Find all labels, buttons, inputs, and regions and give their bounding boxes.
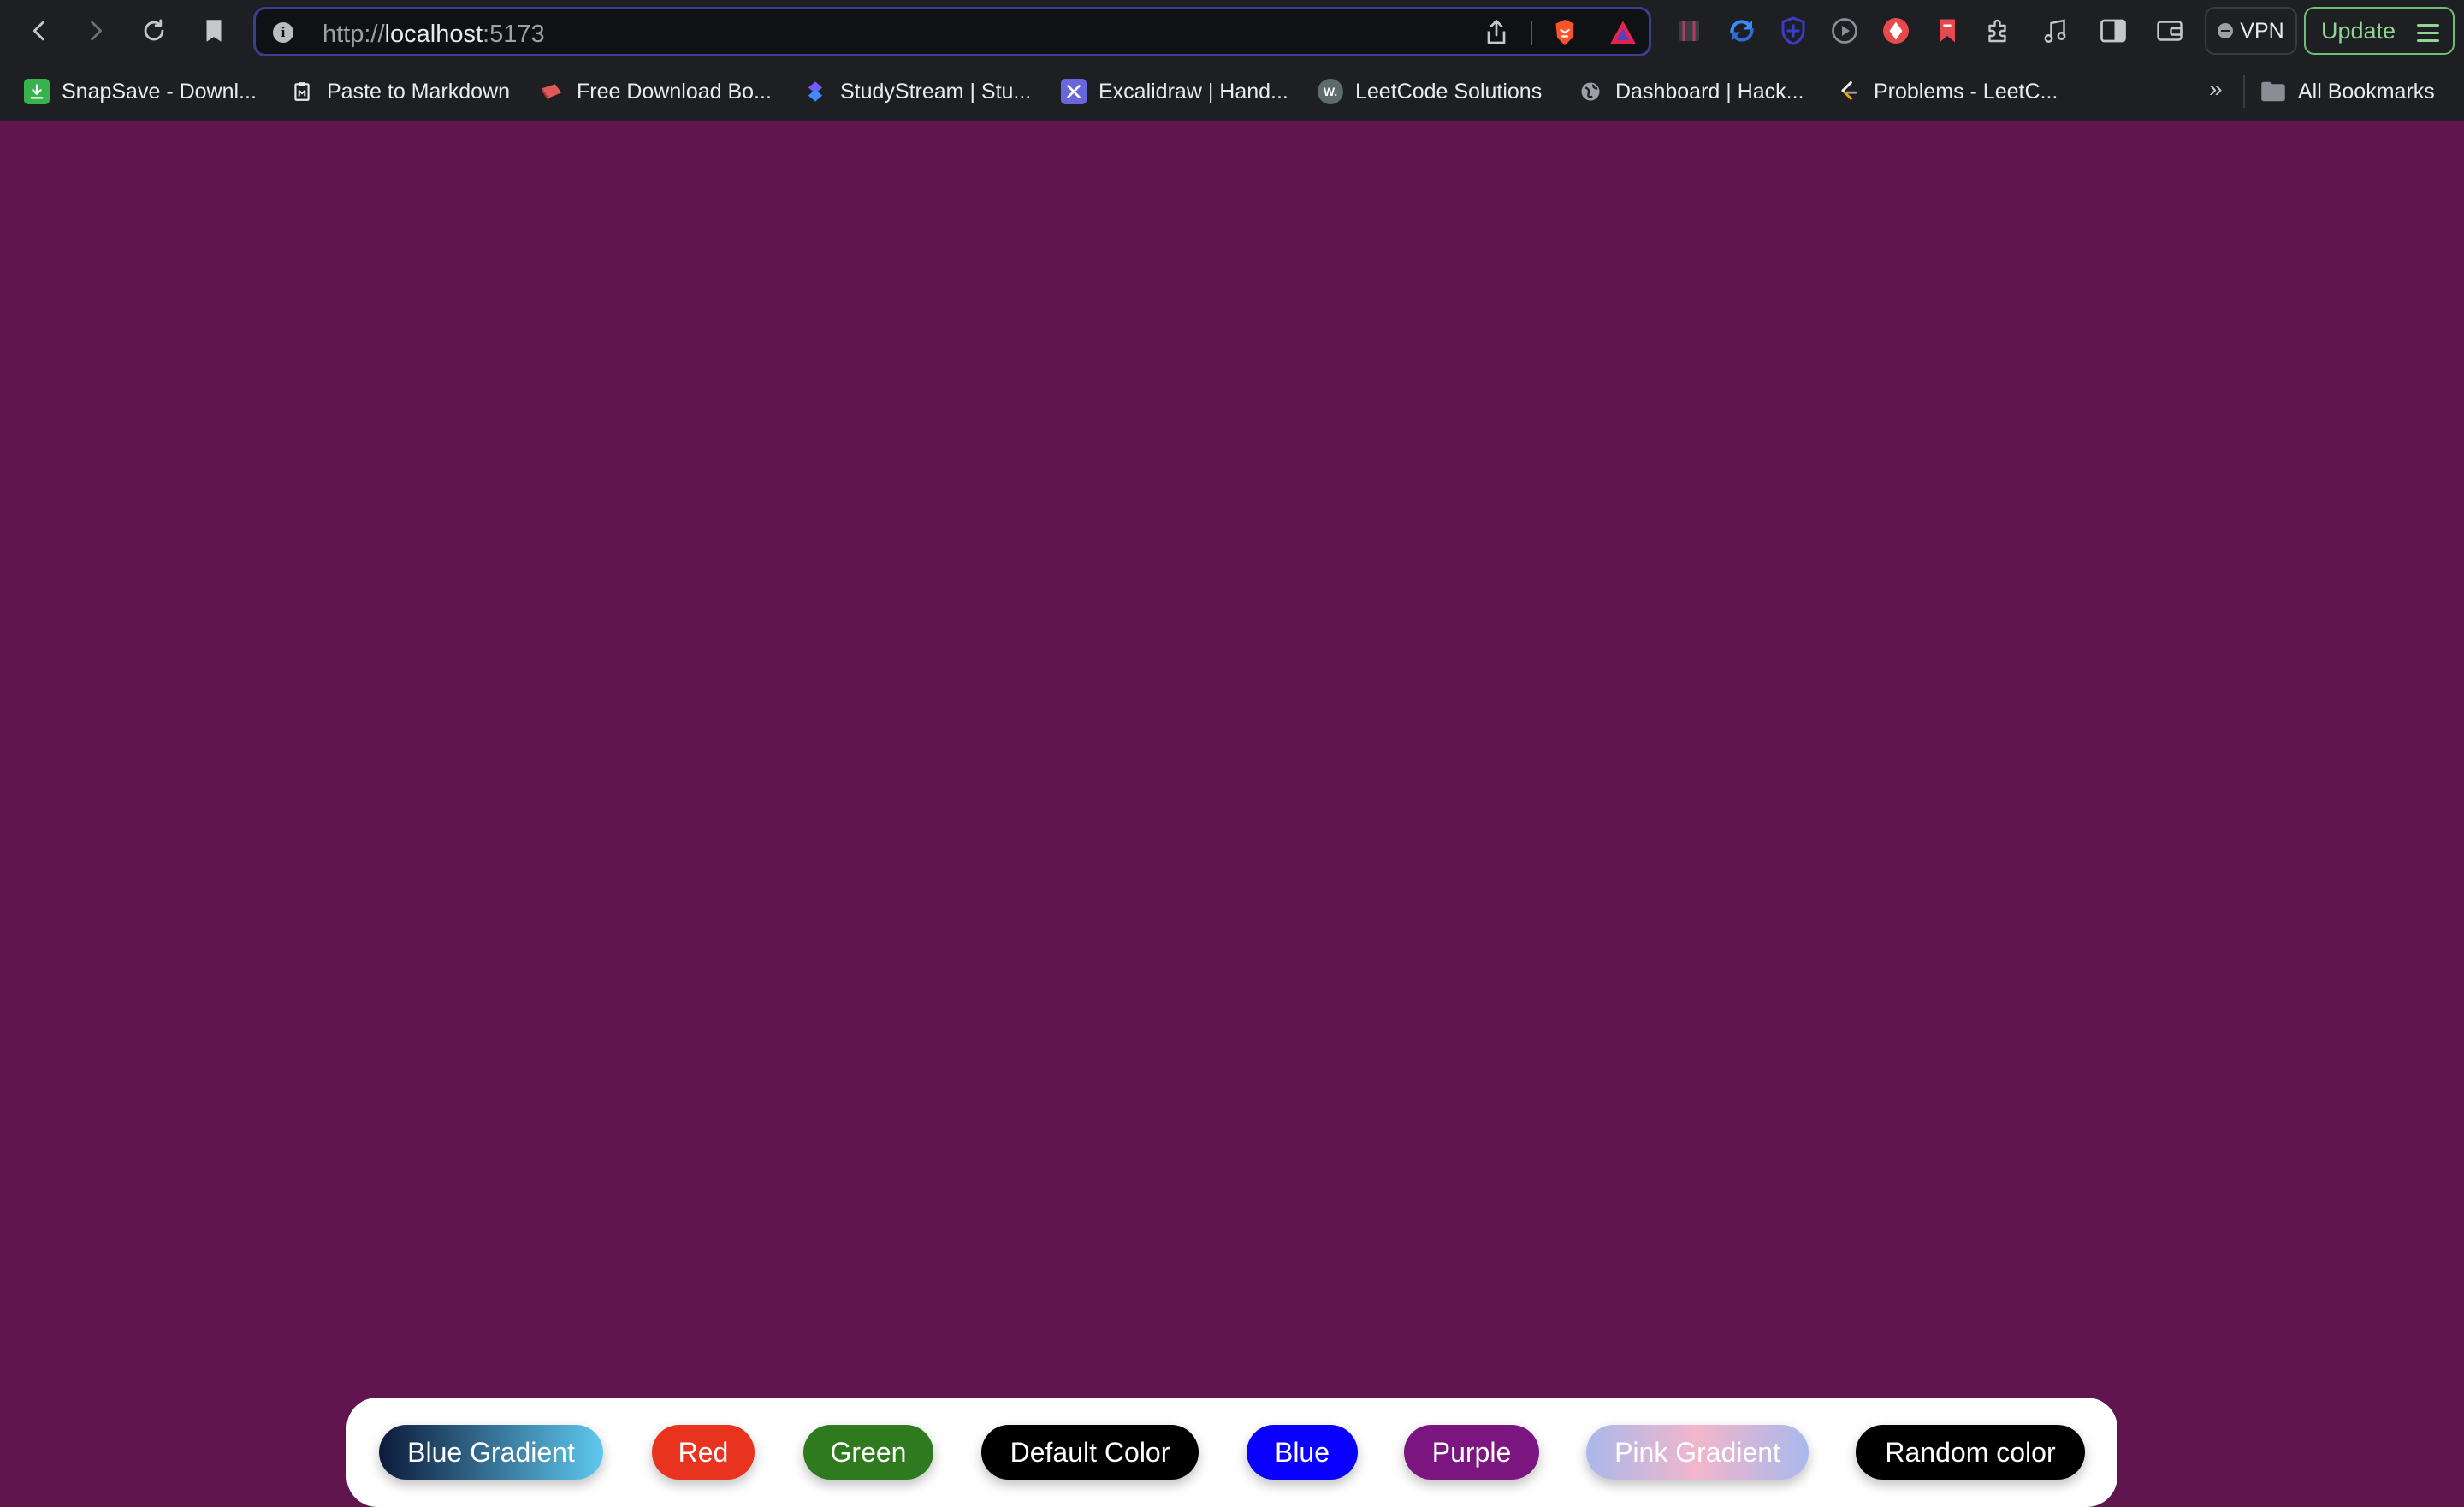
bookmark-label: SnapSave - Downl... (62, 79, 257, 103)
shield-extension-icon (1781, 16, 1805, 45)
extension-button[interactable] (1879, 14, 1913, 48)
extension-button[interactable] (1725, 14, 1759, 48)
folder-icon (2260, 79, 2286, 104)
page-content: Blue Gradient Red Green Default Color Bl… (0, 121, 2464, 1507)
back-button[interactable] (19, 10, 60, 51)
forward-button[interactable] (75, 10, 116, 51)
sidebar-icon (2100, 19, 2126, 43)
bookmark-free-download-books[interactable]: Free Download Bo... (539, 77, 772, 106)
media-button[interactable] (2038, 14, 2072, 48)
studystream-icon (803, 79, 828, 104)
vpn-label: VPN (2240, 18, 2284, 43)
swirl-extension-icon (1730, 20, 1754, 42)
bookmark-page-button[interactable] (193, 10, 234, 51)
pink-gradient-button[interactable]: Pink Gradient (1586, 1425, 1809, 1480)
book-icon (539, 79, 565, 104)
wallet-icon (2157, 21, 2183, 41)
bookmarks-bar: SnapSave - Downl... Paste to Markdown Fr… (0, 62, 2464, 121)
reload-icon (144, 19, 164, 41)
blue-gradient-button[interactable]: Blue Gradient (379, 1425, 603, 1480)
diamond-extension-icon (1883, 18, 1909, 44)
puzzle-icon (1988, 19, 2006, 43)
chevron-right-icon (91, 21, 103, 41)
url-host: localhost (384, 21, 483, 48)
bookmark-label: Problems - LeetC... (1874, 79, 2058, 103)
bookmark-icon (206, 20, 222, 42)
bookmark-excalidraw[interactable]: Excalidraw | Hand... (1061, 77, 1288, 106)
bookmarks-divider (2243, 75, 2245, 108)
reload-button[interactable] (133, 10, 175, 51)
hamburger-menu-icon (2417, 24, 2439, 47)
all-bookmarks-button[interactable]: All Bookmarks (2260, 77, 2435, 106)
extensions-menu-button[interactable] (1981, 14, 2016, 48)
url-divider (1531, 21, 1532, 45)
default-color-button[interactable]: Default Color (981, 1425, 1199, 1480)
url-text[interactable]: http://localhost:5173 (323, 21, 545, 49)
bookmarks-overflow-button[interactable]: » (2209, 75, 2223, 103)
extension-button[interactable] (1776, 14, 1810, 48)
share-button[interactable] (1479, 15, 1513, 50)
green-button[interactable]: Green (803, 1425, 933, 1480)
extension-button[interactable] (1672, 14, 1706, 48)
bookmark-leetcode-problems[interactable]: Problems - LeetC... (1836, 77, 2058, 106)
sidebar-toggle-button[interactable] (2096, 14, 2130, 48)
site-info-icon[interactable]: i (273, 22, 293, 43)
blue-button[interactable]: Blue (1247, 1425, 1358, 1480)
bookmark-label: StudyStream | Stu... (840, 79, 1032, 103)
globe-icon (1578, 79, 1603, 104)
brave-shields-button[interactable] (1548, 15, 1582, 50)
bookmark-label: Excalidraw | Hand... (1099, 79, 1288, 103)
browser-toolbar: i http://localhost:5173 VPN Update (0, 0, 2464, 62)
chevron-left-icon (33, 21, 44, 41)
film-extension-icon (1679, 21, 1699, 41)
music-note-icon (2044, 19, 2066, 43)
brave-rewards-button[interactable] (1606, 15, 1640, 50)
rewards-triangle-icon (1610, 21, 1636, 44)
update-label: Update (2321, 17, 2396, 44)
bookmark-paste-to-markdown[interactable]: Paste to Markdown (289, 77, 510, 106)
bookmark-label: Dashboard | Hack... (1615, 79, 1804, 103)
bookmark-snapsave[interactable]: SnapSave - Downl... (24, 77, 257, 106)
all-bookmarks-label: All Bookmarks (2298, 79, 2435, 103)
brave-lion-icon (1555, 20, 1574, 45)
excalidraw-icon (1061, 79, 1087, 104)
random-color-button[interactable]: Random color (1856, 1425, 2085, 1480)
purple-button[interactable]: Purple (1404, 1425, 1539, 1480)
bookmark-leetcode-solutions[interactable]: W. LeetCode Solutions (1318, 77, 1542, 106)
bookmark-hackerrank-dashboard[interactable]: Dashboard | Hack... (1578, 77, 1804, 106)
play-circle-icon (1832, 18, 1857, 44)
extension-button[interactable] (1930, 14, 1964, 48)
walkccc-icon: W. (1318, 79, 1343, 104)
clipboard-icon (289, 79, 315, 104)
vpn-button[interactable]: VPN (2205, 7, 2297, 55)
vpn-status-icon (2218, 23, 2234, 38)
update-button[interactable]: Update (2304, 7, 2455, 55)
bookmark-extension-icon (1940, 19, 1955, 43)
download-icon (24, 79, 50, 104)
extension-button[interactable] (1827, 14, 1862, 48)
color-button-bar: Blue Gradient Red Green Default Color Bl… (346, 1398, 2118, 1507)
bookmark-studystream[interactable]: StudyStream | Stu... (803, 77, 1031, 106)
leetcode-icon (1836, 79, 1862, 104)
bookmark-label: Free Download Bo... (577, 79, 772, 103)
share-icon (1487, 20, 1506, 44)
wallet-button[interactable] (2153, 14, 2187, 48)
address-bar[interactable]: i http://localhost:5173 (253, 7, 1651, 56)
url-port: :5173 (483, 21, 545, 48)
red-button[interactable]: Red (652, 1425, 755, 1480)
bookmark-label: Paste to Markdown (327, 79, 510, 103)
bookmark-label: LeetCode Solutions (1355, 79, 1543, 103)
url-scheme: http:// (323, 21, 385, 48)
